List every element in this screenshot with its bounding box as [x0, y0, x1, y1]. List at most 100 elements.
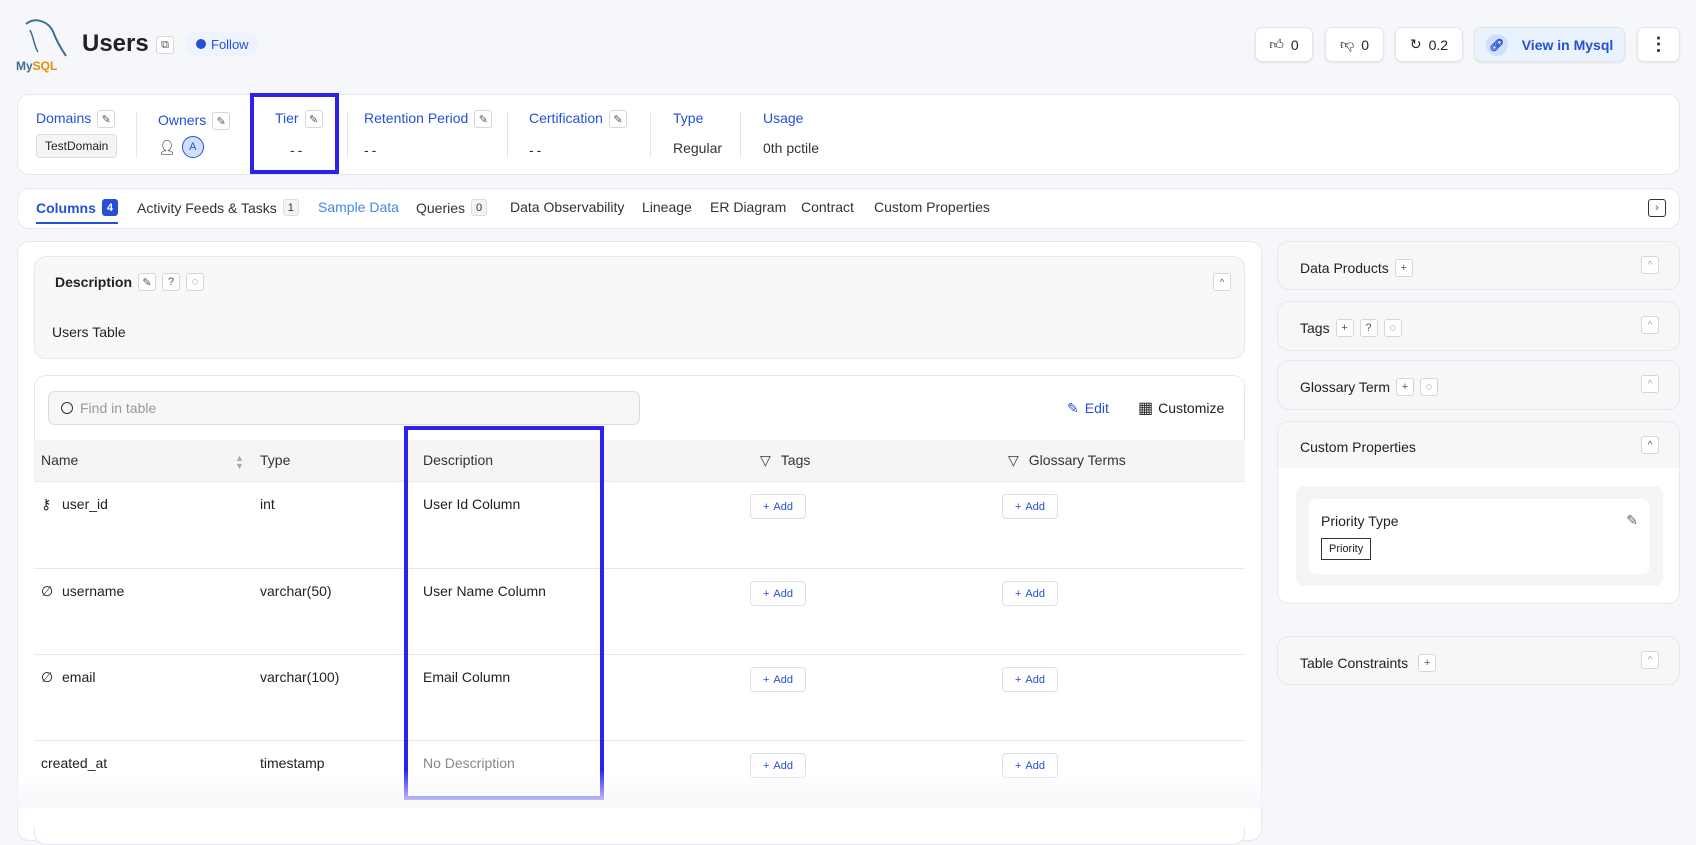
type-label: Type	[673, 110, 704, 126]
edit-icon[interactable]: ✎	[97, 110, 116, 129]
tier-value: --	[290, 142, 306, 159]
tags-panel: Tags +? ◌ ^	[1277, 301, 1680, 351]
collapse-icon[interactable]: ^	[1641, 651, 1659, 669]
more-vertical-icon: ⋮	[1649, 34, 1668, 54]
add-tag-button[interactable]: + Add	[750, 581, 806, 606]
column-name: email	[62, 669, 96, 685]
conversation-icon[interactable]: ◌	[1419, 378, 1438, 396]
filter-icon[interactable]: ▽	[1008, 452, 1019, 468]
certification-value: --	[529, 142, 545, 159]
search-input[interactable]: Find in table	[48, 391, 640, 425]
add-glossary-button[interactable]: + Add	[1002, 494, 1058, 519]
column-header-glossary[interactable]: ▽ Glossary Terms	[1008, 452, 1126, 469]
glossary-panel: Glossary Term + ◌ ^	[1277, 360, 1680, 410]
edit-icon[interactable]: ✎	[1626, 512, 1638, 529]
add-icon[interactable]: +	[1335, 319, 1354, 337]
column-name: user_id	[62, 496, 108, 512]
property-value: Priority	[1321, 538, 1372, 560]
column-header-description: Description	[423, 452, 494, 468]
property-name: Priority Type	[1321, 513, 1399, 529]
column-header-tags[interactable]: ▽ Tags	[760, 452, 810, 469]
add-icon[interactable]: +	[1418, 654, 1437, 672]
version-button[interactable]: ↻ 0.2	[1395, 27, 1463, 62]
upvote-button[interactable]: 👍︎ 0	[1255, 27, 1313, 62]
tab-lineage[interactable]: Lineage	[642, 199, 692, 215]
avatar[interactable]: A	[181, 136, 204, 159]
conversation-icon[interactable]: ◌	[1383, 319, 1402, 337]
bottom-fade	[0, 770, 1696, 808]
add-icon[interactable]: +	[1395, 378, 1414, 396]
column-name: created_at	[41, 755, 108, 771]
thumbs-down-icon: 👎︎	[1339, 36, 1355, 52]
not-null-icon: ∅	[41, 583, 54, 599]
tab-activity-feeds[interactable]: Activity Feeds & Tasks 1	[137, 199, 299, 216]
column-description: User Id Column	[423, 496, 521, 512]
view-in-mysql-button[interactable]: 🔗︎ View in Mysql	[1474, 27, 1625, 62]
edit-icon: ✎	[1067, 400, 1079, 416]
description-text: Users Table	[52, 324, 126, 340]
edit-icon[interactable]: ✎	[138, 273, 157, 291]
sort-icon[interactable]: ▲ ▼	[235, 454, 244, 471]
collapse-icon[interactable]: ^	[1641, 256, 1659, 274]
table-row: ⚷ user_id int User Id Column + Add + Add	[34, 481, 1245, 567]
column-type: varchar(50)	[260, 583, 332, 599]
follow-icon	[196, 39, 206, 49]
edit-icon[interactable]: ✎	[474, 110, 493, 129]
edit-icon[interactable]: ✎	[304, 110, 323, 129]
history-icon: ↻	[1409, 36, 1422, 52]
copy-icon[interactable]: ⧉	[156, 36, 174, 54]
follow-button[interactable]: Follow	[186, 32, 259, 56]
add-glossary-button[interactable]: + Add	[1002, 667, 1058, 692]
usage-value: 0th pctile	[763, 140, 820, 156]
collapse-icon[interactable]: ^	[1641, 436, 1659, 454]
add-tag-button[interactable]: + Add	[750, 494, 806, 519]
domains-label: Domains	[36, 110, 92, 126]
column-header-name[interactable]: Name	[41, 452, 78, 468]
tab-sample-data[interactable]: Sample Data	[318, 199, 399, 215]
primary-key-icon: ⚷	[41, 496, 52, 512]
column-type: varchar(100)	[260, 669, 340, 685]
column-header-type: Type	[260, 452, 291, 468]
description-card	[34, 256, 1245, 359]
not-null-icon: ∅	[41, 669, 54, 685]
table-settings-icon: ▦	[1138, 400, 1154, 417]
usage-label: Usage	[763, 110, 804, 126]
tier-label: Tier	[275, 110, 299, 126]
collapse-icon[interactable]: ^	[1641, 375, 1659, 393]
add-tag-button[interactable]: + Add	[750, 667, 806, 692]
request-tags-icon[interactable]: ?	[1359, 319, 1378, 337]
add-icon[interactable]: +	[1394, 259, 1413, 277]
table-constraints-panel: Table Constraints + ^	[1277, 636, 1680, 685]
downvote-button[interactable]: 👎︎ 0	[1325, 27, 1384, 62]
user-icon: 👤︎	[158, 138, 176, 155]
tab-columns[interactable]: Columns 4	[36, 199, 118, 224]
collapse-icon[interactable]: ^	[1641, 316, 1659, 334]
custom-properties-panel: Custom Properties ^ Priority Type ✎ Prior…	[1277, 421, 1680, 604]
tab-er-diagram[interactable]: ER Diagram	[710, 199, 786, 215]
filter-icon[interactable]: ▽	[760, 452, 771, 468]
page-title: Users	[82, 30, 149, 57]
search-icon	[61, 402, 73, 414]
tab-contract[interactable]: Contract	[801, 199, 854, 215]
conversation-icon[interactable]: ◌	[186, 273, 205, 291]
collapse-icon[interactable]: ^	[1213, 273, 1231, 291]
tab-data-observability[interactable]: Data Observability	[510, 199, 624, 215]
table-row: ∅ username varchar(50) User Name Column …	[34, 568, 1245, 654]
request-description-icon[interactable]: ?	[162, 273, 181, 291]
edit-icon[interactable]: ✎	[608, 110, 627, 129]
data-products-panel: Data Products + ^	[1277, 241, 1680, 290]
column-description: User Name Column	[423, 583, 546, 599]
more-options-button[interactable]: ⋮	[1637, 27, 1680, 62]
retention-label: Retention Period	[364, 110, 469, 126]
tab-queries[interactable]: Queries 0	[416, 199, 488, 216]
edit-button[interactable]: ✎ Edit	[1067, 400, 1109, 417]
panel-toggle-icon[interactable]: ›	[1648, 199, 1666, 217]
customize-button[interactable]: ▦ Customize	[1138, 398, 1224, 418]
domain-chip[interactable]: TestDomain	[36, 134, 118, 159]
edit-icon[interactable]: ✎	[212, 112, 231, 131]
tab-custom-properties[interactable]: Custom Properties	[874, 199, 990, 215]
table-row: ∅ email varchar(100) Email Column + Add +…	[34, 654, 1245, 740]
column-type: timestamp	[260, 755, 325, 771]
add-glossary-button[interactable]: + Add	[1002, 581, 1058, 606]
column-description: Email Column	[423, 669, 511, 685]
